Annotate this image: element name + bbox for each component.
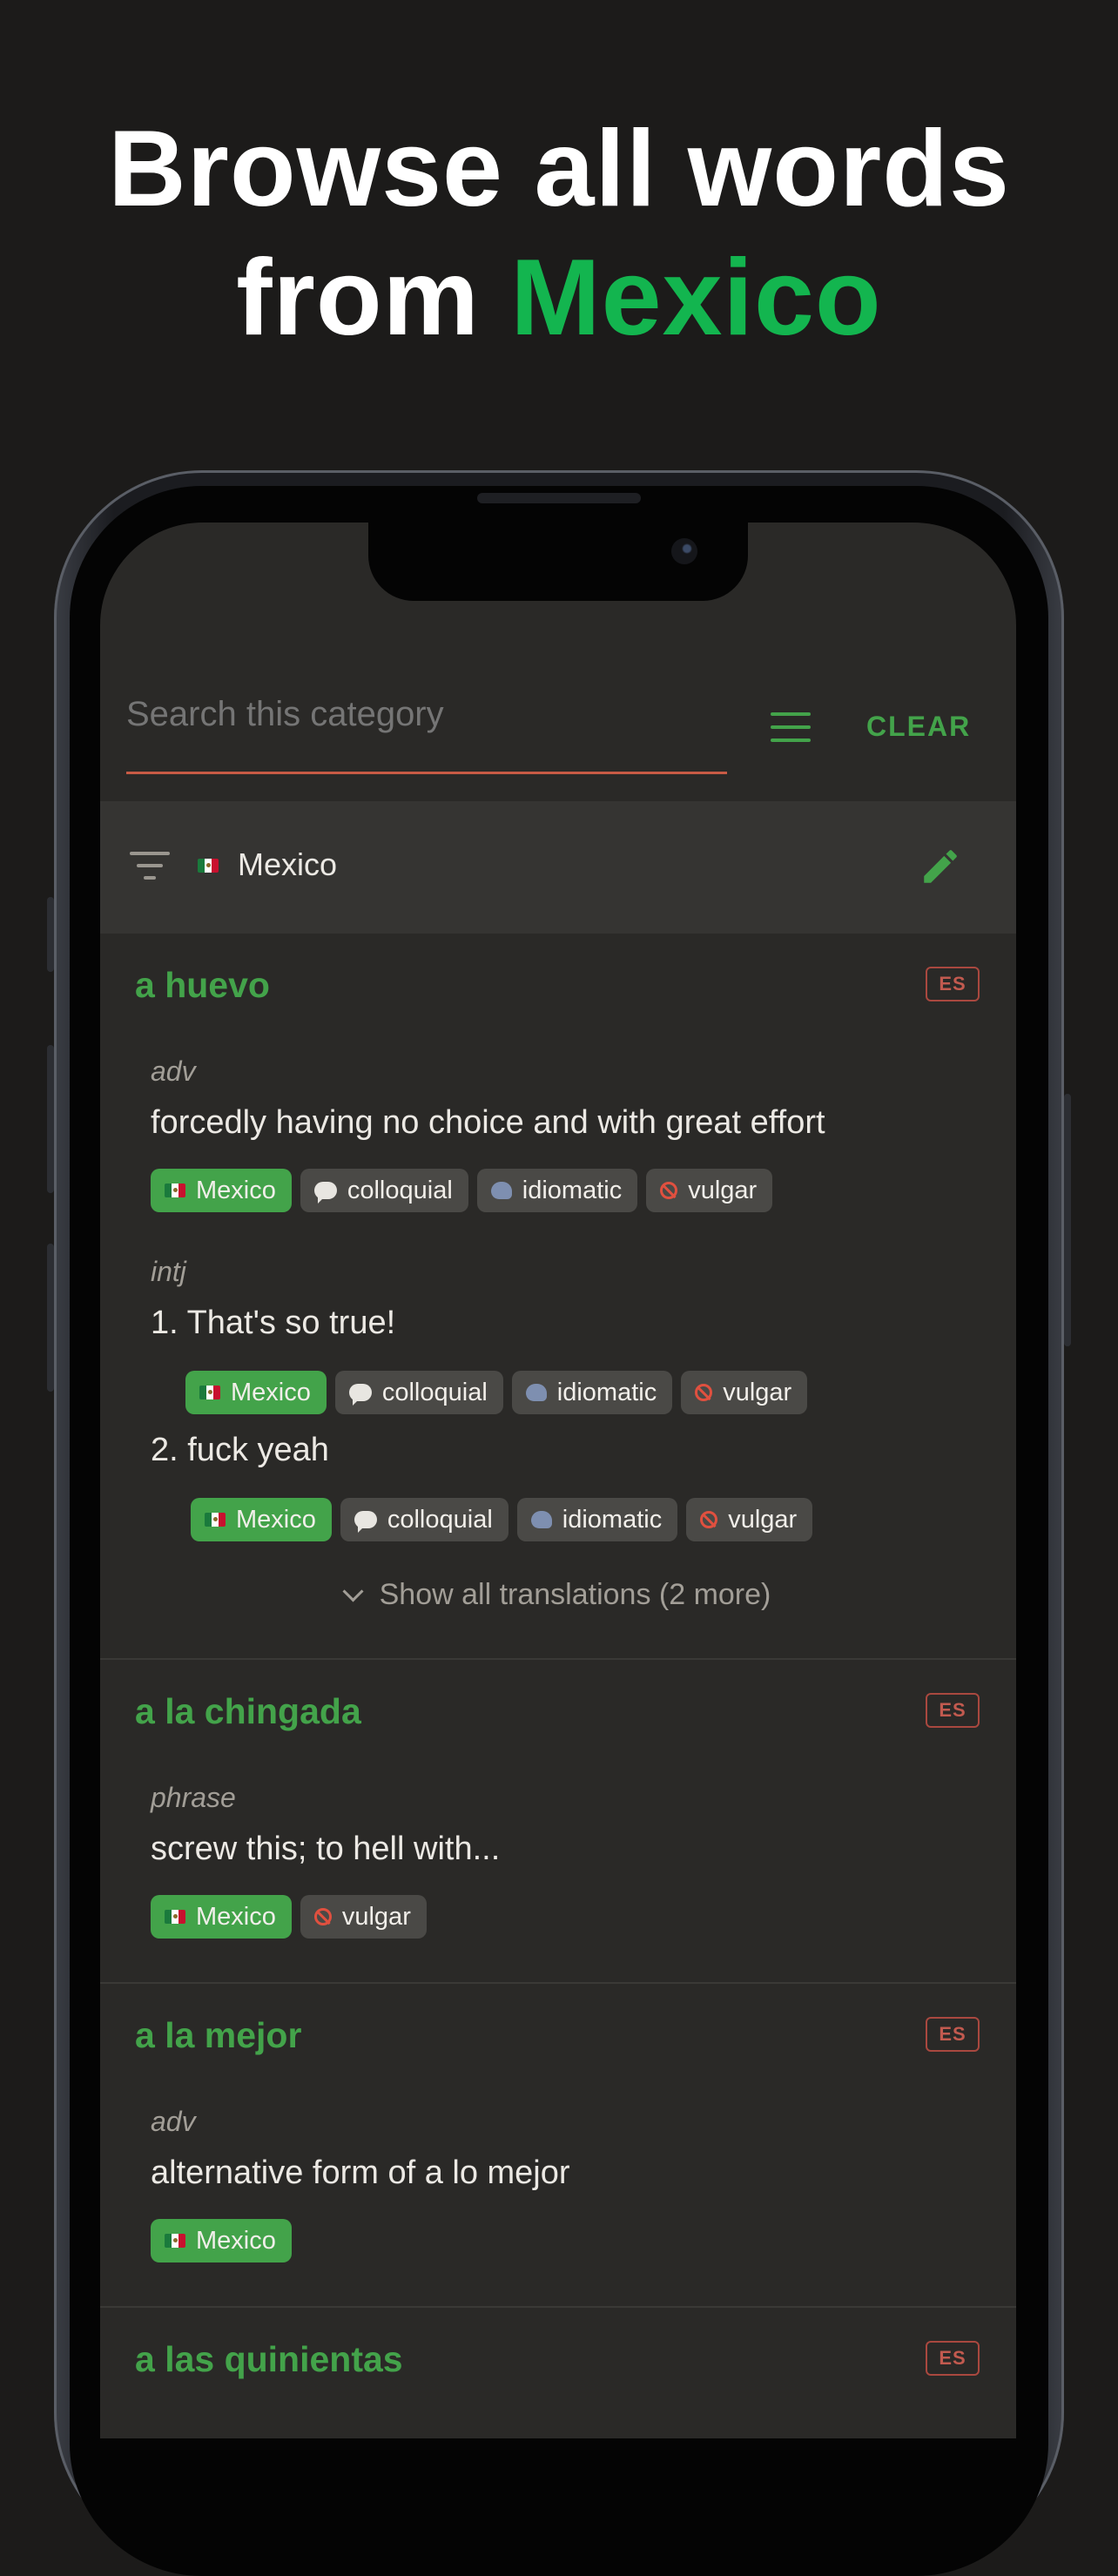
idiomatic-tag[interactable]: idiomatic xyxy=(516,1498,678,1541)
mexico-flag-icon xyxy=(205,1513,226,1527)
part-of-speech: adv xyxy=(151,2106,196,2137)
tag-list: Mexico vulgar xyxy=(151,1895,427,1939)
region-tag[interactable]: Mexico xyxy=(185,1371,327,1414)
vulgar-tag[interactable]: vulgar xyxy=(646,1169,773,1212)
part-of-speech: adv xyxy=(151,1055,196,1087)
pencil-icon[interactable] xyxy=(919,845,962,888)
idiomatic-tag[interactable]: idiomatic xyxy=(511,1371,673,1414)
volume-down-button xyxy=(47,1244,54,1392)
vulgar-tag[interactable]: vulgar xyxy=(300,1895,427,1939)
definition-text: forcedly having no choice and with great… xyxy=(151,1104,825,1141)
mexico-flag-icon xyxy=(165,1183,185,1197)
tag-list: Mexico colloquial idiomatic vulgar xyxy=(185,1371,808,1414)
power-button xyxy=(1064,1094,1071,1346)
mexico-flag-icon xyxy=(165,1910,185,1924)
vulgar-tag[interactable]: vulgar xyxy=(686,1498,813,1541)
filter-icon[interactable] xyxy=(130,852,170,881)
language-badge: ES xyxy=(926,2341,980,2376)
headline-line-1: Browse all words xyxy=(108,109,1010,229)
show-all-translations-button[interactable]: Show all translations (2 more) xyxy=(100,1578,1016,1612)
speech-bubble-icon xyxy=(354,1511,377,1533)
category-filter-bar[interactable]: Mexico xyxy=(100,801,1016,934)
filter-label: Mexico xyxy=(238,846,338,882)
language-badge: ES xyxy=(926,967,980,1001)
definition-text: alternative form of a lo mejor xyxy=(151,2155,570,2191)
vulgar-tag[interactable]: vulgar xyxy=(681,1371,808,1414)
language-badge: ES xyxy=(926,1693,980,1728)
prohibited-icon xyxy=(695,1384,713,1401)
front-camera-icon xyxy=(671,538,697,564)
tag-list: Mexico colloquial idiomatic vulgar xyxy=(151,1169,773,1212)
mexico-flag-icon xyxy=(199,1386,220,1399)
promo-headline: Browse all words from Mexico xyxy=(0,105,1118,362)
entry-headword[interactable]: a huevo xyxy=(135,965,270,1006)
region-tag[interactable]: Mexico xyxy=(151,2219,292,2262)
register-tag[interactable]: colloquial xyxy=(334,1371,503,1414)
entry-headword[interactable]: a las quinientas xyxy=(135,2339,403,2380)
part-of-speech: phrase xyxy=(151,1782,236,1813)
head-icon xyxy=(490,1182,512,1199)
prohibited-icon xyxy=(313,1908,332,1925)
notch xyxy=(368,523,748,601)
clear-button[interactable]: CLEAR xyxy=(866,711,971,743)
region-tag[interactable]: Mexico xyxy=(151,1169,292,1212)
language-badge: ES xyxy=(926,2017,980,2052)
entry-headword[interactable]: a la chingada xyxy=(135,1691,361,1732)
head-icon xyxy=(530,1511,552,1528)
app-screen: CLEAR Mexico a huevo ES adv forcedly hav… xyxy=(100,523,1016,2438)
region-tag[interactable]: Mexico xyxy=(191,1498,332,1541)
mute-switch xyxy=(47,897,54,972)
definition-text: 1. That's so true! xyxy=(151,1305,396,1341)
word-list: a huevo ES adv forcedly having no choice… xyxy=(100,934,1016,2438)
headline-prefix: from xyxy=(236,238,511,358)
head-icon xyxy=(525,1384,547,1401)
word-entry[interactable]: a la mejor ES adv alternative form of a … xyxy=(100,1984,1016,2308)
definition-text: 2. fuck yeah xyxy=(151,1432,329,1468)
speech-bubble-icon xyxy=(348,1384,372,1406)
register-tag[interactable]: colloquial xyxy=(340,1498,508,1541)
register-tag[interactable]: colloquial xyxy=(300,1169,468,1212)
search-underline xyxy=(126,772,727,774)
search-input[interactable] xyxy=(126,690,727,738)
headline-accent: Mexico xyxy=(510,238,882,358)
mexico-flag-icon xyxy=(198,859,219,873)
idiomatic-tag[interactable]: idiomatic xyxy=(476,1169,638,1212)
definition-text: screw this; to hell with... xyxy=(151,1831,501,1867)
earpiece-speaker xyxy=(477,493,641,503)
chevron-down-icon xyxy=(342,1581,364,1602)
speech-bubble-icon xyxy=(313,1182,337,1204)
mexico-flag-icon xyxy=(165,2234,185,2248)
tag-list: Mexico colloquial idiomatic vulgar xyxy=(191,1498,813,1541)
menu-icon[interactable] xyxy=(771,712,811,742)
word-entry[interactable]: a huevo ES adv forcedly having no choice… xyxy=(100,934,1016,1660)
region-tag[interactable]: Mexico xyxy=(151,1895,292,1939)
part-of-speech: intj xyxy=(151,1256,186,1287)
prohibited-icon xyxy=(660,1182,678,1199)
word-entry[interactable]: a la chingada ES phrase screw this; to h… xyxy=(100,1660,1016,1984)
prohibited-icon xyxy=(700,1511,718,1528)
headline-line-2: from Mexico xyxy=(0,233,1118,362)
tag-list: Mexico xyxy=(151,2219,292,2262)
entry-headword[interactable]: a la mejor xyxy=(135,2015,301,2056)
volume-up-button xyxy=(47,1045,54,1193)
